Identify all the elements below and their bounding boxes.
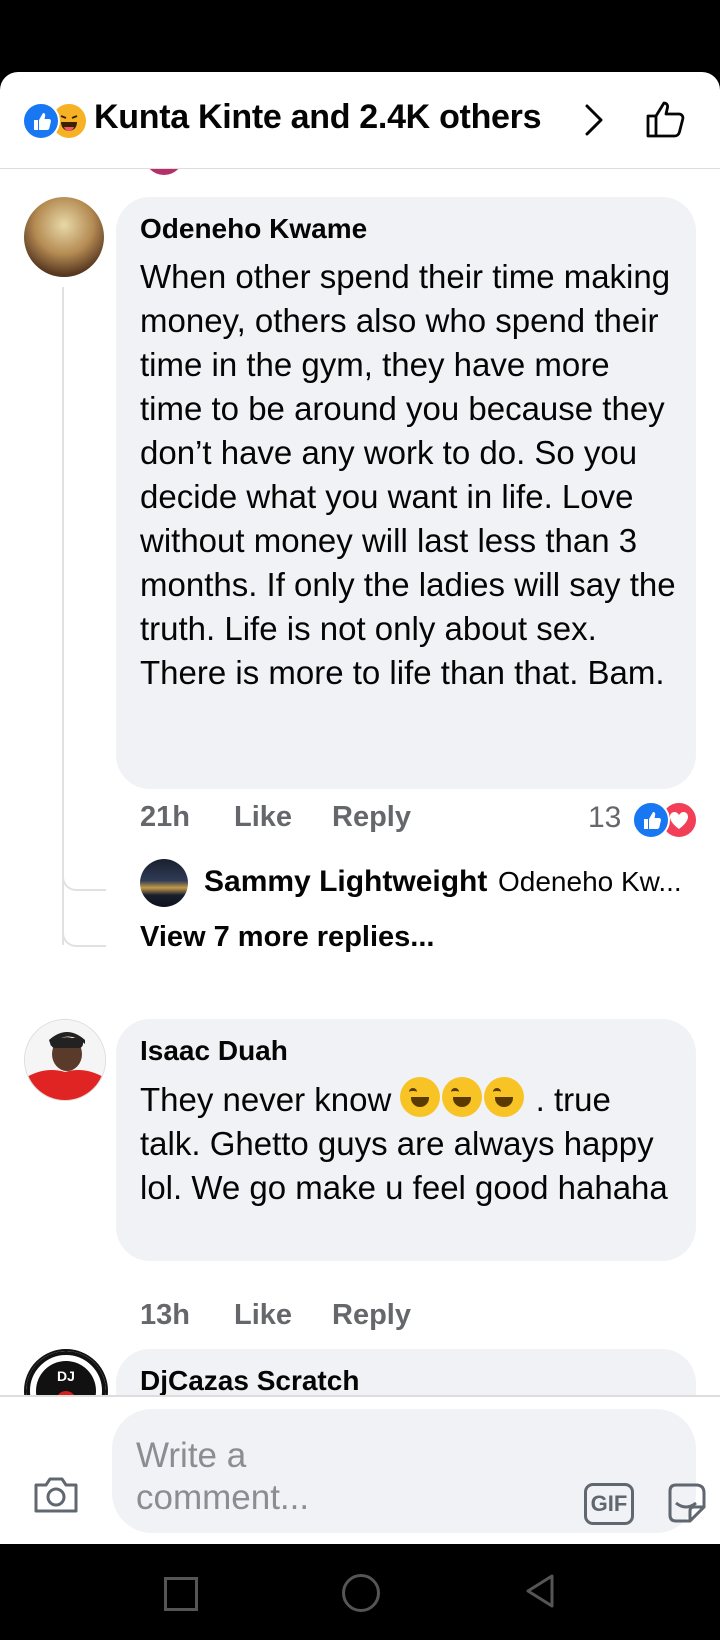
comment-list[interactable]: Odeneho Kwame When other spend their tim… <box>0 169 720 1395</box>
comment-composer: Write a comment... GIF <box>0 1395 720 1544</box>
system-nav-bar <box>0 1544 720 1640</box>
comment-text: They never know . true talk. Ghetto guys… <box>140 1077 680 1210</box>
reactions-summary[interactable]: Kunta Kinte and 2.4K others <box>94 98 541 137</box>
comment-bubble[interactable]: Isaac Duah They never know . true talk. … <box>116 1019 696 1261</box>
avatar[interactable] <box>24 1019 106 1101</box>
comments-sheet: Kunta Kinte and 2.4K others Odeneho Kwam… <box>0 72 720 1544</box>
avatar[interactable] <box>140 859 188 907</box>
reply-author[interactable]: Sammy Lightweight <box>204 865 487 899</box>
reaction-count[interactable]: 13 <box>588 801 621 835</box>
reply-preview-text[interactable]: Odeneho Kw... <box>498 866 682 898</box>
recents-button[interactable] <box>164 1577 198 1611</box>
like-button[interactable]: Like <box>234 1299 292 1332</box>
rofl-emoji <box>484 1077 525 1117</box>
comment-input[interactable]: Write a comment... GIF <box>112 1409 706 1533</box>
home-button[interactable] <box>342 1574 380 1612</box>
avatar[interactable]: DJ <box>24 1349 108 1395</box>
comment-bubble[interactable]: Odeneho Kwame When other spend their tim… <box>116 197 696 789</box>
dj-logo-text: DJ <box>57 1368 75 1384</box>
avatar <box>144 169 184 175</box>
reply-button[interactable]: Reply <box>332 801 411 834</box>
thread-line <box>62 287 64 945</box>
like-icon[interactable] <box>632 801 670 839</box>
comment-time: 13h <box>140 1299 190 1331</box>
sticker-icon[interactable] <box>664 1481 708 1530</box>
thread-branch <box>62 869 106 891</box>
avatar[interactable] <box>24 197 104 277</box>
back-button[interactable] <box>524 1572 556 1615</box>
camera-icon[interactable] <box>32 1473 80 1520</box>
comment-placeholder[interactable]: Write a comment... <box>136 1435 406 1519</box>
comment-author[interactable]: Isaac Duah <box>140 1035 288 1067</box>
rofl-emoji <box>442 1077 483 1117</box>
like-button[interactable]: Like <box>234 801 292 834</box>
comment-bubble[interactable]: DjCazas Scratch <box>116 1349 696 1395</box>
reaction-icons <box>22 102 88 140</box>
reply-button[interactable]: Reply <box>332 1299 411 1332</box>
gif-button[interactable]: GIF <box>584 1483 634 1525</box>
thread-branch <box>62 925 106 947</box>
comment-time: 21h <box>140 801 190 833</box>
view-more-replies-link[interactable]: View 7 more replies... <box>140 921 434 954</box>
comment-text: When other spend their time making money… <box>140 258 676 691</box>
comment-text-part: They never know <box>140 1081 392 1118</box>
comment-author[interactable]: Odeneho Kwame <box>140 213 367 245</box>
like-icon <box>22 102 60 140</box>
chevron-right-icon[interactable] <box>582 102 606 143</box>
reactions-header[interactable]: Kunta Kinte and 2.4K others <box>0 72 720 169</box>
comment-author[interactable]: DjCazas Scratch <box>140 1365 359 1395</box>
rofl-emoji <box>400 1077 441 1117</box>
like-post-icon[interactable] <box>644 96 688 145</box>
